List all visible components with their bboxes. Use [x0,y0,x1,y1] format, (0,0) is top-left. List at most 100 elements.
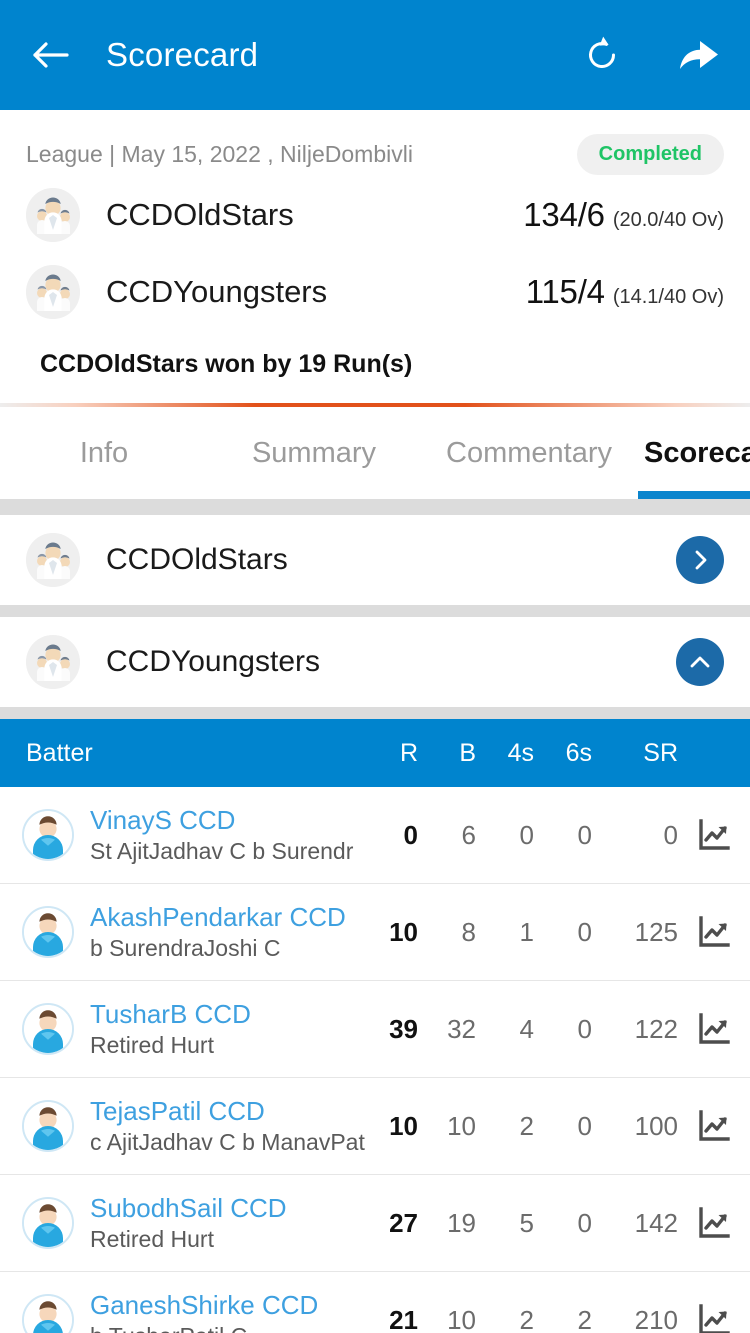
batter-name-link[interactable]: TejasPatil CCD [90,1096,360,1127]
cell-sixes: 0 [577,1110,592,1141]
line-chart-icon[interactable] [678,1206,750,1240]
team-score-row: CCDOldStars 134/6 (20.0/40 Ov) [26,176,724,253]
cell-fours: 1 [519,916,534,947]
cell-runs: 39 [389,1013,418,1044]
team-logo-icon [26,187,80,242]
team-score-wrap: 134/6 (20.0/40 Ov) [523,196,724,234]
cell-fours: 5 [519,1207,534,1238]
cell-strike-rate: 122 [634,1013,678,1044]
share-icon[interactable] [674,31,722,79]
team-name: CCDYoungsters [106,273,328,309]
cell-fours: 4 [519,1013,534,1044]
tab-bar: Info Summary Commentary Scorecard [0,407,750,499]
cell-balls: 10 [447,1110,476,1141]
cell-balls: 8 [461,916,476,947]
cell-strike-rate: 210 [634,1304,678,1333]
batter-info: TejasPatil CCD c AjitJadhav C b ManavPat [90,1096,365,1156]
tab-scorecard[interactable]: Scorecard [638,407,750,499]
line-chart-icon[interactable] [678,1109,750,1143]
cell-balls: 6 [461,819,476,850]
column-header-batter: Batter [26,738,93,767]
team-overs: (14.1/40 Ov) [612,285,724,308]
tab-commentary[interactable]: Commentary [420,407,638,499]
table-row: VinayS CCD St AjitJadhav C b Surendr 0 6… [0,787,750,884]
team-logo-icon [26,635,80,689]
table-row: GaneshShirke CCD b TusharPatil C 21 10 2… [0,1272,750,1333]
cell-balls: 32 [447,1013,476,1044]
match-result-text: CCDOldStars won by 19 Run(s) [40,350,413,378]
avatar [22,906,74,958]
innings-team-name: CCDYoungsters [106,645,320,678]
batter-name-link[interactable]: SubodhSail CCD [90,1193,360,1224]
cell-fours: 2 [519,1110,534,1141]
tab-info[interactable]: Info [0,407,208,499]
chevron-up-icon[interactable] [676,638,724,686]
line-chart-icon[interactable] [678,818,750,852]
batter-name-link[interactable]: GaneshShirke CCD [90,1290,360,1321]
match-summary-header: League | May 15, 2022 , NiljeDombivli Co… [0,110,750,403]
batter-name-link[interactable]: TusharB CCD [90,999,360,1030]
scorecard-table-header: Batter R B 4s 6s SR [0,719,750,787]
column-header-balls: B [459,738,476,767]
cell-balls: 19 [447,1207,476,1238]
avatar [22,1294,74,1333]
avatar [22,1197,74,1249]
batter-name-link[interactable]: AkashPendarkar CCD [90,902,360,933]
chevron-right-icon[interactable] [676,536,724,584]
batter-dismissal: c AjitJadhav C b ManavPat [90,1129,365,1155]
table-row: SubodhSail CCD Retired Hurt 27 19 5 0 14… [0,1175,750,1272]
line-chart-icon[interactable] [678,1012,750,1046]
team-score: 134/6 [523,195,605,233]
cell-balls: 10 [447,1304,476,1333]
match-meta-row: League | May 15, 2022 , NiljeDombivli Co… [26,132,724,176]
innings-row-ccdyoungsters[interactable]: CCDYoungsters [0,617,750,707]
team-overs: (20.0/40 Ov) [612,208,724,231]
team-name: CCDOldStars [106,196,294,232]
refresh-icon[interactable] [578,31,626,79]
cell-runs: 21 [389,1304,418,1333]
team-score-wrap: 115/4 (14.1/40 Ov) [526,273,724,311]
scorecard-table-body: VinayS CCD St AjitJadhav C b Surendr 0 6… [0,787,750,1333]
batter-info: TusharB CCD Retired Hurt [90,999,360,1059]
batter-dismissal: b TusharPatil C [90,1323,360,1333]
cell-fours: 2 [519,1304,534,1333]
section-divider [0,707,750,719]
table-row: TusharB CCD Retired Hurt 39 32 4 0 122 [0,981,750,1078]
column-header-sixes: 6s [565,738,592,767]
cell-sixes: 0 [577,1207,592,1238]
batter-info: VinayS CCD St AjitJadhav C b Surendr [90,805,360,865]
batter-dismissal: b SurendraJoshi C [90,935,281,961]
batter-name-link[interactable]: VinayS CCD [90,805,360,836]
batter-dismissal: St AjitJadhav C b Surendr [90,838,354,864]
innings-team-name: CCDOldStars [106,543,288,576]
line-chart-icon[interactable] [678,1303,750,1333]
tab-summary[interactable]: Summary [208,407,420,499]
table-row: TejasPatil CCD c AjitJadhav C b ManavPat… [0,1078,750,1175]
cell-strike-rate: 125 [634,916,678,947]
avatar [22,809,74,861]
cell-runs: 27 [389,1207,418,1238]
table-row: AkashPendarkar CCD b SurendraJoshi C 10 … [0,884,750,981]
team-logo-icon [26,264,80,319]
cell-sixes: 0 [577,916,592,947]
app-bar-actions [578,31,722,79]
section-divider [0,605,750,617]
cell-sixes: 0 [577,1013,592,1044]
back-arrow-icon[interactable] [28,32,74,78]
team-logo-icon [26,533,80,587]
active-tab-indicator [638,491,750,499]
cell-runs: 10 [389,1110,418,1141]
batter-info: SubodhSail CCD Retired Hurt [90,1193,360,1253]
page-title: Scorecard [106,36,259,73]
column-header-strike-rate: SR [643,738,678,767]
batter-info: GaneshShirke CCD b TusharPatil C [90,1290,360,1333]
cell-strike-rate: 142 [634,1207,678,1238]
innings-row-ccdoldstars[interactable]: CCDOldStars [0,515,750,605]
column-header-runs: R [399,738,418,767]
avatar [22,1100,74,1152]
batter-info: AkashPendarkar CCD b SurendraJoshi C [90,902,360,962]
line-chart-icon[interactable] [678,915,750,949]
status-badge: Completed [576,133,724,175]
cell-strike-rate: 0 [663,819,678,850]
cell-fours: 0 [519,819,534,850]
